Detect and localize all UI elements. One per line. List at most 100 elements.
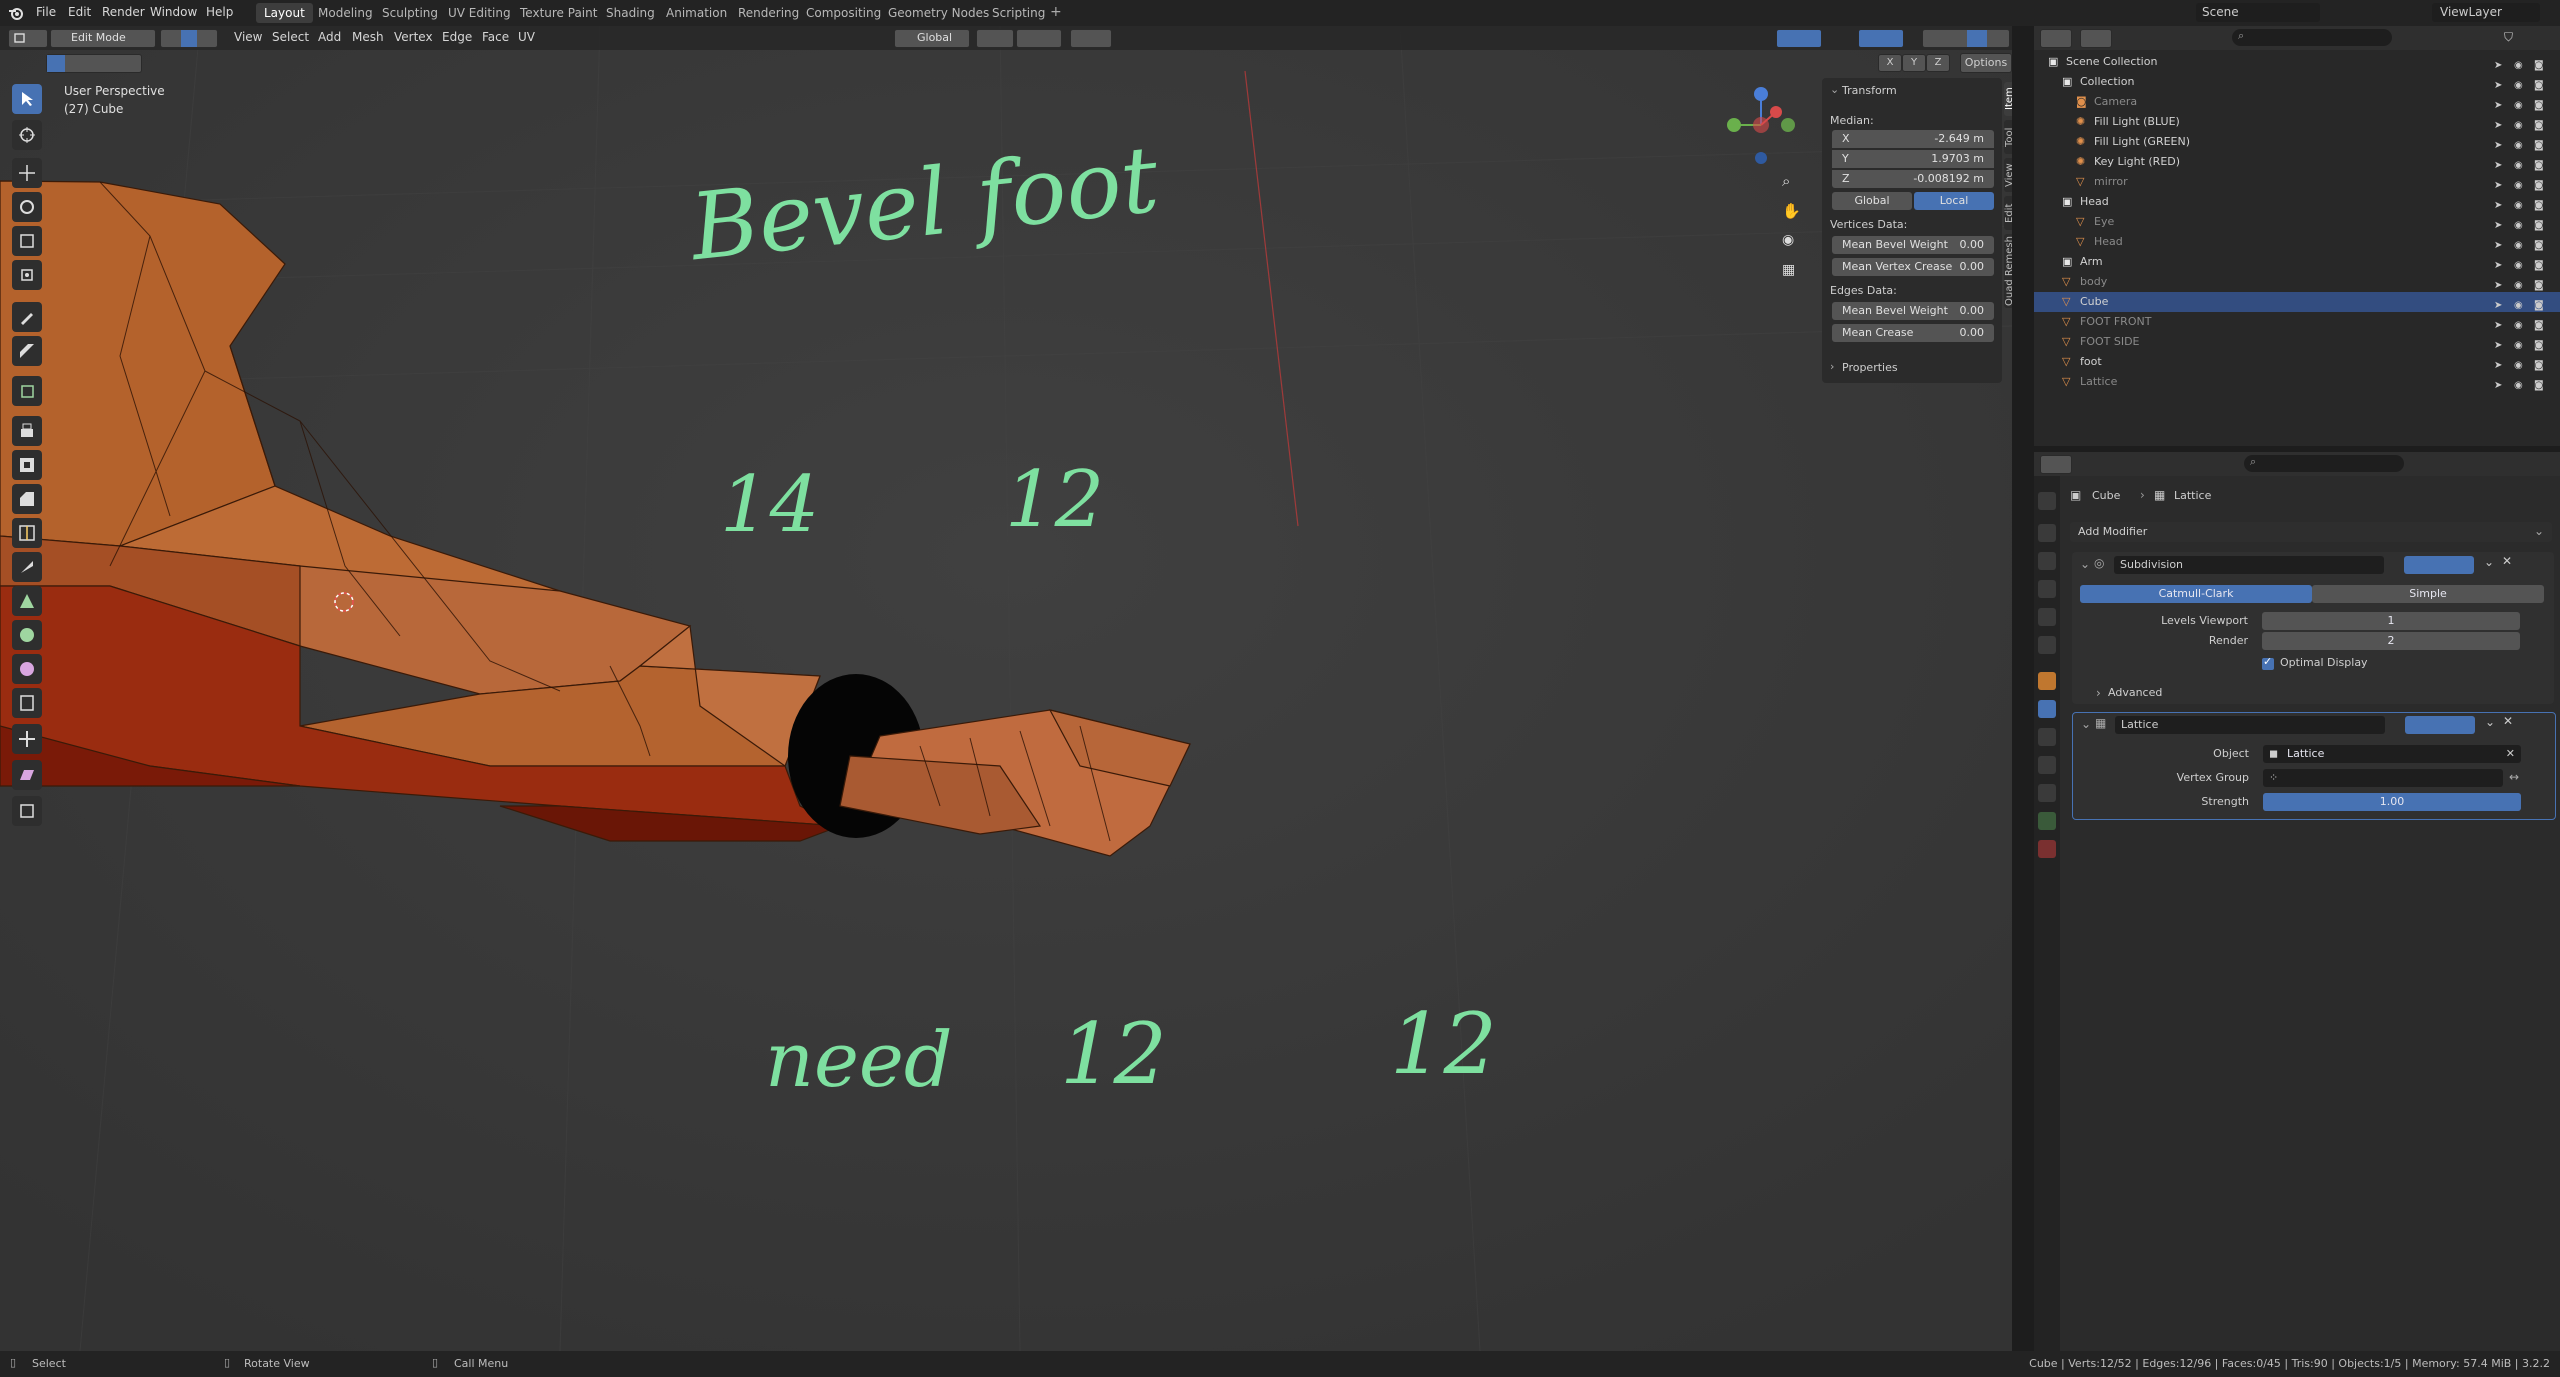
select-box-modes[interactable] [46, 54, 142, 73]
catmull-clark-button[interactable]: Catmull-Clark [2080, 585, 2312, 603]
menu-window[interactable]: Window [150, 5, 197, 19]
workspace-tab-rendering[interactable]: Rendering [730, 3, 807, 23]
visibility-toggles[interactable]: ➤ ◉ ◙ [2494, 116, 2554, 131]
bevel-tool[interactable] [12, 484, 42, 514]
snap-button[interactable] [1016, 29, 1062, 48]
outliner-row[interactable]: ▣ Head ➤ ◉ ◙ [2034, 192, 2560, 212]
particles-tab-icon[interactable] [2038, 728, 2056, 746]
workspace-tab-layout[interactable]: Layout [256, 3, 313, 23]
measure-tool[interactable] [12, 336, 42, 366]
outliner-row[interactable]: ▽ Head ➤ ◉ ◙ [2034, 232, 2560, 252]
shading-mode-group[interactable] [1922, 29, 2010, 48]
levels-viewport-field[interactable]: 1 [2262, 612, 2520, 630]
scale-tool[interactable] [12, 226, 42, 256]
rip-tool[interactable] [12, 796, 42, 826]
spin-tool[interactable] [12, 620, 42, 650]
transform-section-header[interactable]: Transform [1842, 84, 1897, 97]
properties-editor-type[interactable] [2040, 455, 2072, 474]
annotate-tool[interactable] [12, 302, 42, 332]
visibility-toggles[interactable]: ➤ ◉ ◙ [2494, 336, 2554, 351]
edge-bevel-weight-field[interactable]: Mean Bevel Weight 0.00 [1832, 302, 1994, 320]
visibility-toggles[interactable]: ➤ ◉ ◙ [2494, 176, 2554, 191]
close-icon[interactable]: ✕ [2506, 745, 2515, 763]
ortho-grid-icon[interactable]: ▦ [1782, 262, 1795, 278]
global-toggle[interactable]: Global [1832, 192, 1912, 210]
visibility-toggles[interactable]: ➤ ◉ ◙ [2494, 276, 2554, 291]
edge-select-mode[interactable] [181, 30, 197, 47]
gizmo-toggle[interactable] [1776, 29, 1822, 48]
solid-shading-button[interactable] [1967, 30, 1987, 47]
expand-chevron-icon[interactable]: › [2096, 686, 2101, 700]
visibility-toggles[interactable]: ➤ ◉ ◙ [2494, 216, 2554, 231]
chevron-down-icon[interactable]: ⌄ [2484, 555, 2494, 569]
visibility-toggles[interactable]: ➤ ◉ ◙ [2494, 136, 2554, 151]
outliner-display-mode[interactable] [2080, 29, 2112, 48]
workspace-tab-texture-paint[interactable]: Texture Paint [512, 3, 605, 23]
outliner-search-input[interactable]: ⌕ [2232, 29, 2392, 46]
visibility-toggles[interactable]: ➤ ◉ ◙ [2494, 96, 2554, 111]
outliner-row[interactable]: ▽ FOOT SIDE ➤ ◉ ◙ [2034, 332, 2560, 352]
shrink-fatten-tool[interactable] [12, 724, 42, 754]
add-modifier-dropdown[interactable]: Add Modifier ⌄ [2070, 522, 2552, 542]
smooth-tool[interactable] [12, 654, 42, 684]
median-x-field[interactable]: X -2.649 m [1832, 130, 1994, 148]
outliner-row[interactable]: ✺ Key Light (RED) ➤ ◉ ◙ [2034, 152, 2560, 172]
render-tab-icon[interactable] [2038, 524, 2056, 542]
physics-tab-icon[interactable] [2038, 756, 2056, 774]
optimal-display-checkbox[interactable]: ✓ [2262, 655, 2274, 670]
subdivision-toggles[interactable] [2404, 556, 2474, 574]
camera-view-icon[interactable]: ◉ [1782, 232, 1794, 248]
editor-type-button[interactable] [8, 29, 48, 48]
menu-mesh[interactable]: Mesh [352, 30, 384, 44]
outliner-row[interactable]: ▣ Scene Collection ➤ ◉ ◙ [2034, 52, 2560, 72]
visibility-toggles[interactable]: ➤ ◉ ◙ [2494, 256, 2554, 271]
outliner-row[interactable]: ▣ Collection ➤ ◉ ◙ [2034, 72, 2560, 92]
cursor-tool[interactable] [12, 120, 42, 150]
mode-selector[interactable]: Edit Mode [50, 29, 156, 48]
chevron-down-icon[interactable]: ⌄ [2485, 715, 2495, 729]
close-icon[interactable]: ✕ [2503, 714, 2513, 728]
visibility-toggles[interactable]: ➤ ◉ ◙ [2494, 356, 2554, 371]
view-layer-tab-icon[interactable] [2038, 580, 2056, 598]
workspace-tab-sculpting[interactable]: Sculpting [374, 3, 446, 23]
menu-edge[interactable]: Edge [442, 30, 472, 44]
options-dropdown[interactable]: Options [1960, 53, 2012, 73]
visibility-toggles[interactable]: ➤ ◉ ◙ [2494, 156, 2554, 171]
visibility-toggles[interactable]: ➤ ◉ ◙ [2494, 376, 2554, 391]
collapse-chevron-icon[interactable]: ⌄ [2081, 717, 2091, 731]
camera-render-icon[interactable]: ◙ [2534, 376, 2544, 396]
collapse-chevron-icon[interactable]: ⌄ [2080, 557, 2090, 571]
visibility-toggles[interactable]: ➤ ◉ ◙ [2494, 316, 2554, 331]
workspace-tab-compositing[interactable]: Compositing [798, 3, 889, 23]
outliner-row[interactable]: ◙ Camera ➤ ◉ ◙ [2034, 92, 2560, 112]
edge-slide-tool[interactable] [12, 688, 42, 718]
transform-orientation[interactable]: Global [894, 29, 970, 48]
world-tab-icon[interactable] [2038, 636, 2056, 654]
workspace-tab-shading[interactable]: Shading [598, 3, 663, 23]
filter-icon[interactable]: ⛉ [2504, 30, 2513, 45]
close-icon[interactable]: ✕ [2502, 554, 2512, 568]
mirror-z-button[interactable]: Z [1926, 54, 1950, 72]
menu-uv[interactable]: UV [518, 30, 535, 44]
subdivision-name-field[interactable]: Subdivision [2114, 556, 2384, 574]
menu-render[interactable]: Render [102, 5, 145, 19]
menu-edit[interactable]: Edit [68, 5, 91, 19]
visibility-toggles[interactable]: ➤ ◉ ◙ [2494, 196, 2554, 211]
menu-help[interactable]: Help [206, 5, 233, 19]
menu-file[interactable]: File [36, 5, 56, 19]
mirror-y-button[interactable]: Y [1902, 54, 1926, 72]
edge-crease-field[interactable]: Mean Crease 0.00 [1832, 324, 1994, 342]
pivot-point-button[interactable] [976, 29, 1014, 48]
output-tab-icon[interactable] [2038, 552, 2056, 570]
vertex-group-field[interactable]: ⁘ [2263, 769, 2503, 787]
move-tool[interactable] [12, 158, 42, 188]
outliner-row[interactable]: ✺ Fill Light (GREEN) ➤ ◉ ◙ [2034, 132, 2560, 152]
workspace-tab-animation[interactable]: Animation [658, 3, 735, 23]
inset-tool[interactable] [12, 450, 42, 480]
material-tab-icon[interactable] [2038, 840, 2056, 858]
outliner-row[interactable]: ▣ Arm ➤ ◉ ◙ [2034, 252, 2560, 272]
menu-add[interactable]: Add [318, 30, 341, 44]
properties-section-header[interactable]: Properties [1842, 361, 1898, 374]
lattice-object-field[interactable]: ◼ Lattice ✕ [2263, 745, 2521, 763]
vertex-bevel-weight-field[interactable]: Mean Bevel Weight 0.00 [1832, 236, 1994, 254]
